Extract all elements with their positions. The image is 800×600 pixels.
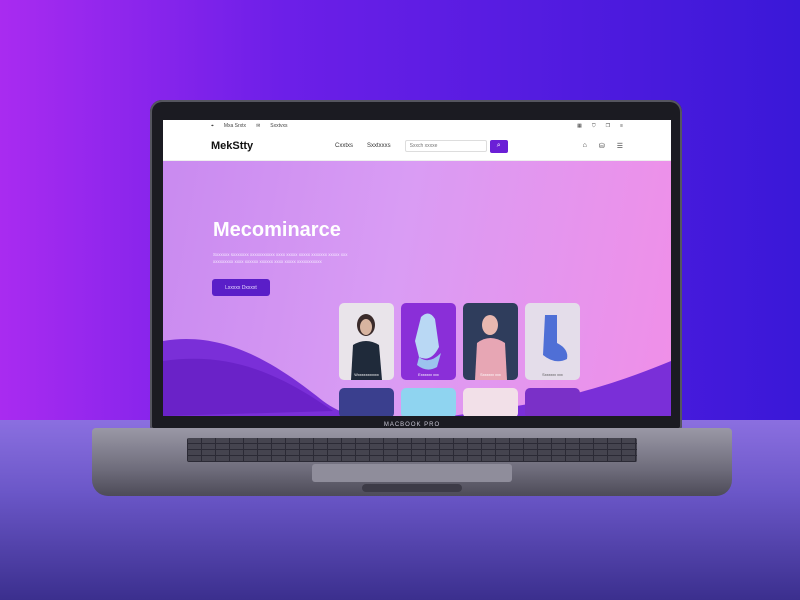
nav-link-2[interactable]: Sxxtxxxs (367, 143, 391, 149)
product-card-8[interactable] (525, 388, 580, 416)
search-icon: ⌕ (496, 142, 501, 149)
laptop-base: MACBOOK PRO (92, 422, 732, 496)
keyboard (187, 438, 637, 462)
product-card-1[interactable]: Wxxxxxxxxxxx (339, 303, 394, 380)
cta-button[interactable]: Lxxxxx Dxxxxt (212, 279, 270, 296)
laptop-screen: ⌖ Mxa Srxtx ✉ Sxxtvxs ▦ ⛉ ❐ ≡ MekStty Cx… (163, 120, 671, 416)
filter-icon[interactable]: ⛉ (592, 123, 596, 129)
search-button[interactable]: ⌕ (489, 139, 508, 153)
grid-icon[interactable]: ▦ (577, 123, 582, 129)
product-label-4: Sxxxxxx xxx (542, 372, 563, 377)
top-strip-item-1[interactable]: Mxa Srxtx (224, 123, 246, 129)
location-icon: ⌖ (211, 123, 214, 129)
product-image-2 (415, 313, 441, 370)
laptop-brand: MACBOOK PRO (383, 422, 441, 428)
laptop-notch (362, 484, 462, 492)
nav-link-1[interactable]: Cxxtxs (335, 143, 353, 149)
site-logo[interactable]: MekStty (211, 140, 331, 152)
product-card-5[interactable] (339, 388, 394, 416)
product-card-4[interactable]: Sxxxxxx xxx (525, 303, 580, 380)
product-image-4 (543, 315, 568, 362)
product-card-7[interactable] (463, 388, 518, 416)
product-card-6[interactable] (401, 388, 456, 416)
search-box: ⌕ (404, 139, 508, 153)
product-label-2: Exxxxxx xxx (418, 372, 439, 377)
user-icon[interactable]: ⌂ (583, 142, 587, 150)
hero-section: Mecominarce Sxxxxxx sxxxxxxx xxxxxxxxxxx… (163, 161, 671, 416)
product-card-3[interactable]: Sxxxxxx xxx (463, 303, 518, 380)
hero-title: Mecominarce (213, 219, 341, 241)
search-input[interactable] (404, 140, 487, 152)
product-label-1: Wxxxxxxxxxxx (354, 372, 379, 377)
hero-subtitle: Sxxxxxx sxxxxxxx xxxxxxxxxxx xxxx xxxxx … (213, 252, 348, 264)
bookmark-icon[interactable]: ❐ (606, 123, 610, 129)
menu-icon[interactable]: ≡ (620, 123, 623, 129)
mail-icon: ✉ (256, 123, 261, 129)
top-strip-item-2[interactable]: Sxxtvxs (270, 123, 287, 129)
product-image-3 (475, 315, 507, 380)
cart-icon[interactable]: ⛁ (599, 142, 605, 150)
top-strip: ⌖ Mxa Srxtx ✉ Sxxtvxs ▦ ⛉ ❐ ≡ (163, 120, 671, 132)
product-label-3: Sxxxxxx xxx (480, 372, 501, 377)
trackpad (312, 464, 512, 482)
navbar: MekStty Cxxtxs Sxxtxxxs ⌕ ⌂ ⛁ ☰ (163, 132, 671, 161)
product-image-1 (351, 314, 382, 380)
hamburger-icon[interactable]: ☰ (617, 142, 623, 150)
product-card-2[interactable]: Exxxxxx xxx (401, 303, 456, 380)
